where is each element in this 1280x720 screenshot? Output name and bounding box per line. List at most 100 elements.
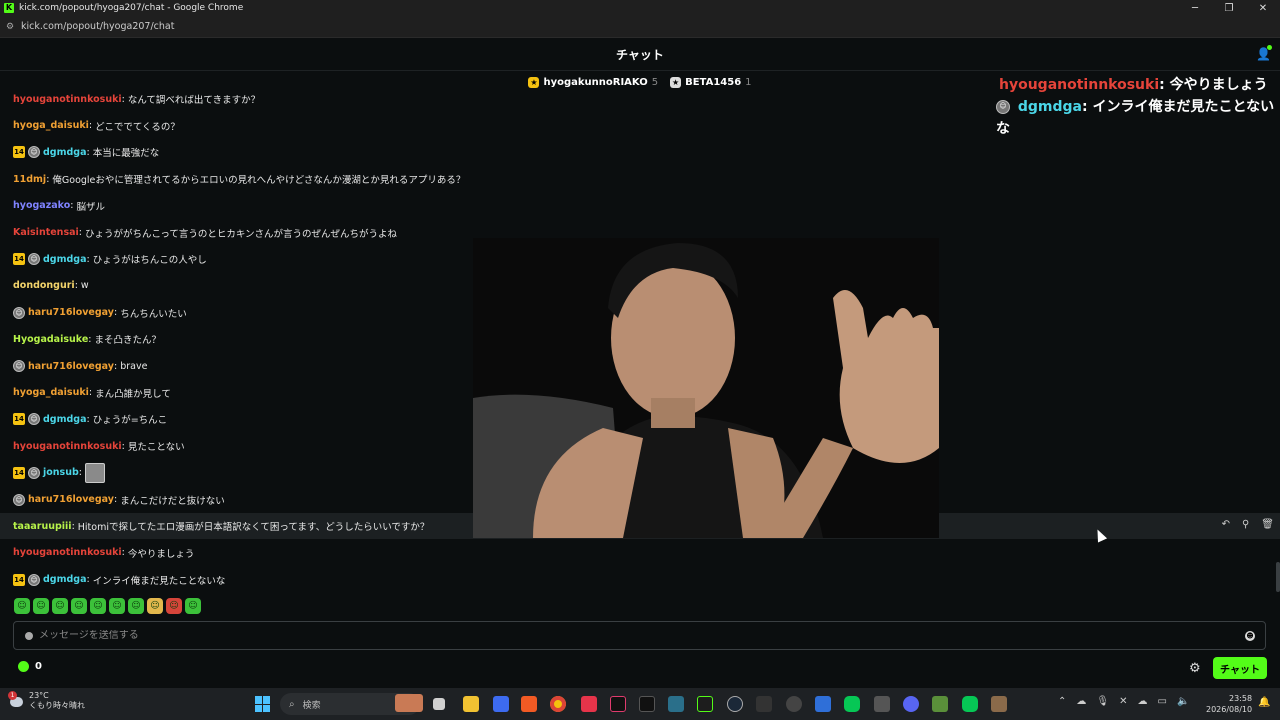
chat-message[interactable]: 14 ☺ dgmdga: インライ俺まだ見たことないな [0, 567, 1280, 593]
channel-points[interactable]: 0 [18, 661, 42, 672]
discord-icon[interactable] [903, 696, 919, 712]
chat-input[interactable] [33, 630, 1245, 641]
chat-username[interactable]: dondonguri [13, 280, 75, 291]
app-icon[interactable] [991, 696, 1007, 712]
badge-icon[interactable] [25, 631, 33, 640]
users-icon[interactable]: 👤 [1256, 45, 1272, 61]
app-icon[interactable] [639, 696, 655, 712]
chat-username[interactable]: hyouganotinnkosuki [13, 94, 122, 105]
chrome-icon[interactable] [550, 696, 566, 712]
chat-username[interactable]: hyoga_daisuki [13, 387, 89, 398]
send-chat-button[interactable]: チャット [1213, 657, 1267, 679]
chat-input-box[interactable]: ☻ [13, 621, 1266, 650]
message-separator: : [113, 307, 118, 319]
app-icon[interactable] [874, 696, 890, 712]
reply-icon[interactable]: ↶ [1222, 519, 1230, 530]
chat-username[interactable]: 11dmj [13, 174, 46, 185]
chat-message[interactable]: hyouganotinnkosuki: 今やりましょう [0, 540, 1280, 566]
chat-username[interactable]: hyouganotinnkosuki [13, 547, 122, 558]
notification-bell-icon[interactable]: 🔔 [1258, 697, 1270, 711]
window-title-bar: K kick.com/popout/hyoga207/chat - Google… [0, 0, 1280, 16]
brave-browser-icon[interactable] [521, 696, 537, 712]
message-separator: : [78, 467, 82, 479]
window-title: kick.com/popout/hyoga207/chat - Google C… [19, 3, 244, 13]
chat-message[interactable]: hyogazako: 脳ザル [0, 193, 1280, 219]
emote-icon[interactable]: ☺ [33, 598, 49, 614]
avatar-badge-icon: ☺ [13, 306, 25, 319]
emote-icon[interactable]: ☺ [147, 598, 163, 614]
chat-message-text: ひょうががちんこって言うのとヒカキンさんが言うのぜんぜんちがうよね [84, 228, 398, 240]
delete-icon[interactable]: 🗑 [1261, 519, 1274, 530]
chat-username[interactable]: Kaisintensai [13, 227, 79, 238]
close-button[interactable]: ✕ [1246, 3, 1280, 14]
chat-username[interactable]: dgmdga [43, 574, 87, 585]
tiktok-icon[interactable] [610, 696, 626, 712]
microphone-icon[interactable]: 🎙 [1096, 696, 1109, 707]
chat-username[interactable]: jonsub [43, 467, 79, 478]
emote-icon[interactable]: ☺ [14, 598, 30, 614]
message-separator: : [86, 574, 90, 586]
chat-message[interactable]: 11dmj: 俺Googleおやに管理されてるからエロいの見れへんやけどさなんか… [0, 166, 1280, 192]
message-separator: : [113, 360, 118, 372]
cloud-sync-icon[interactable]: ☁ [1076, 696, 1086, 707]
app-icon[interactable] [756, 696, 772, 712]
chat-username[interactable]: hyogazako [13, 200, 70, 211]
line-icon[interactable] [962, 696, 978, 712]
chat-username[interactable]: taaaruupiii [13, 521, 72, 532]
emoji-picker-icon[interactable]: ☻ [1245, 630, 1255, 641]
app-icon[interactable] [668, 696, 684, 712]
address-url[interactable]: kick.com/popout/hyoga207/chat [21, 21, 174, 32]
emote-icon[interactable]: ☺ [185, 598, 201, 614]
chat-username[interactable]: haru716lovegay [28, 494, 114, 505]
emote-icon[interactable]: ☺ [90, 598, 106, 614]
app-icon[interactable] [581, 696, 597, 712]
widget-app-icon[interactable] [395, 694, 423, 712]
taskbar-clock[interactable]: 23:58 2026/08/10 [1206, 693, 1252, 715]
chat-message-text: ちんちんいたい [120, 308, 187, 320]
emote-icon[interactable]: ☺ [109, 598, 125, 614]
emote-icon[interactable]: ☺ [128, 598, 144, 614]
chevron-up-icon[interactable]: ⌃ [1058, 696, 1066, 707]
task-view-icon[interactable] [433, 698, 445, 710]
steam-icon[interactable] [727, 696, 743, 712]
chat-username[interactable]: dgmdga [43, 147, 87, 158]
app-icon[interactable] [815, 696, 831, 712]
volume-icon[interactable]: 🔈 [1177, 696, 1189, 707]
settings-gear-icon[interactable]: ⚙ [1189, 661, 1201, 676]
avatar-badge-icon: ☺ [28, 413, 40, 426]
weather-widget[interactable]: 1 23°C くもり時々晴れ [8, 691, 85, 711]
chat-username[interactable]: dgmdga [43, 254, 87, 265]
weather-temp: 23°C [29, 691, 49, 700]
emote-icon[interactable]: ☺ [71, 598, 87, 614]
line-icon[interactable] [844, 696, 860, 712]
emote-icon[interactable]: ☺ [166, 598, 182, 614]
network-icon[interactable]: ▭ [1157, 696, 1166, 707]
minimize-button[interactable]: ─ [1178, 3, 1212, 14]
chat-message-text: インライ俺まだ見たことないな [92, 575, 226, 587]
app-icon[interactable] [786, 696, 802, 712]
chat-username[interactable]: hyoga_daisuki [13, 120, 89, 131]
chat-message[interactable]: 14 ☺ dgmdga: 本当に最強だな [0, 139, 1280, 165]
file-explorer-icon[interactable] [463, 696, 479, 712]
address-bar[interactable]: ⚙ kick.com/popout/hyoga207/chat [0, 16, 1280, 38]
message-separator: : [71, 520, 75, 532]
chat-username[interactable]: hyouganotinnkosuki [13, 441, 122, 452]
onedrive-icon[interactable]: ☁ [1137, 696, 1147, 707]
chat-username[interactable]: dgmdga [43, 414, 87, 425]
store-app-icon[interactable] [493, 696, 509, 712]
app-icon[interactable] [697, 696, 713, 712]
site-info-icon[interactable]: ⚙ [6, 22, 16, 32]
chat-username[interactable]: haru716lovegay [28, 307, 114, 318]
avatar-badge-icon: ☺ [28, 146, 40, 159]
message-separator: : [70, 200, 74, 212]
scrollbar[interactable] [1276, 562, 1280, 592]
minecraft-icon[interactable] [932, 696, 948, 712]
chat-message-text: ひょうが=ちんこ [92, 415, 168, 427]
pin-icon[interactable]: ⚲ [1242, 519, 1249, 530]
tray-icon[interactable]: ✕ [1119, 696, 1127, 707]
chat-username[interactable]: Hyogadaisuke [13, 334, 88, 345]
emote-icon[interactable]: ☺ [52, 598, 68, 614]
restore-button[interactable]: ❐ [1212, 3, 1246, 14]
chat-username[interactable]: haru716lovegay [28, 361, 114, 372]
start-button-windows-icon[interactable] [255, 696, 271, 712]
